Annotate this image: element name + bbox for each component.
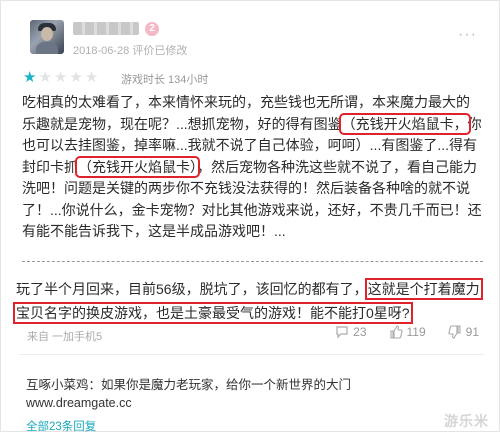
star-icon: ★ xyxy=(84,69,99,86)
dashed-divider xyxy=(22,261,483,262)
playtime-label: 游戏时长 134小时 xyxy=(121,74,209,86)
reply-text: 互啄小菜鸡：如果你是魔力老玩家，给你一个新世界的大门 xyxy=(26,378,352,392)
like-count: 119 xyxy=(406,325,426,339)
review-card: ████████ 2 2018-06-28 评价已修改 ··· ★★★★★ 游戏… xyxy=(0,0,500,433)
rating-stars: ★ ★ ★ ★ ★ xyxy=(23,70,98,85)
thumbs-down-icon xyxy=(448,325,461,339)
reply-separator xyxy=(19,354,484,355)
review-body-paragraph-1: 吃相真的太难看了，本来情怀来玩的，充些钱也无所谓，本来魔力最大的乐趣就是宠物，现… xyxy=(22,92,482,243)
star-icon: ★ xyxy=(23,69,37,86)
user-level-badge: 2 xyxy=(145,22,159,36)
comment-button[interactable]: 23 xyxy=(335,325,367,339)
review-actions: 23 119 91 xyxy=(335,325,479,339)
dislike-button[interactable]: 91 xyxy=(448,325,479,339)
comment-count: 23 xyxy=(353,325,367,339)
thumbs-up-icon xyxy=(389,325,403,339)
user-avatar[interactable] xyxy=(30,20,64,54)
star-icon: ★ xyxy=(38,69,52,86)
star-icon: ★ xyxy=(53,69,68,86)
review-date: 2018-06-28 评价已修改 xyxy=(73,45,188,57)
watermark: 游乐米 xyxy=(444,413,489,429)
highlighted-text: （充钱开火焰鼠卡） xyxy=(75,155,200,178)
dislike-count: 91 xyxy=(465,325,479,339)
review-text: 玩了半个月回来，目前56级，脱坑了，该回忆的都有了， xyxy=(16,281,368,297)
device-label: 来自 一加手机5 xyxy=(27,331,103,343)
more-options-icon[interactable]: ··· xyxy=(458,26,477,44)
star-icon: ★ xyxy=(69,69,83,86)
like-button[interactable]: 119 xyxy=(389,325,426,339)
comment-icon xyxy=(336,326,348,339)
reply-link[interactable]: www.dreamgate.cc xyxy=(26,396,132,410)
username-redacted[interactable]: ████████ xyxy=(73,22,139,35)
highlighted-text: （充钱开火焰鼠卡， xyxy=(338,112,471,135)
